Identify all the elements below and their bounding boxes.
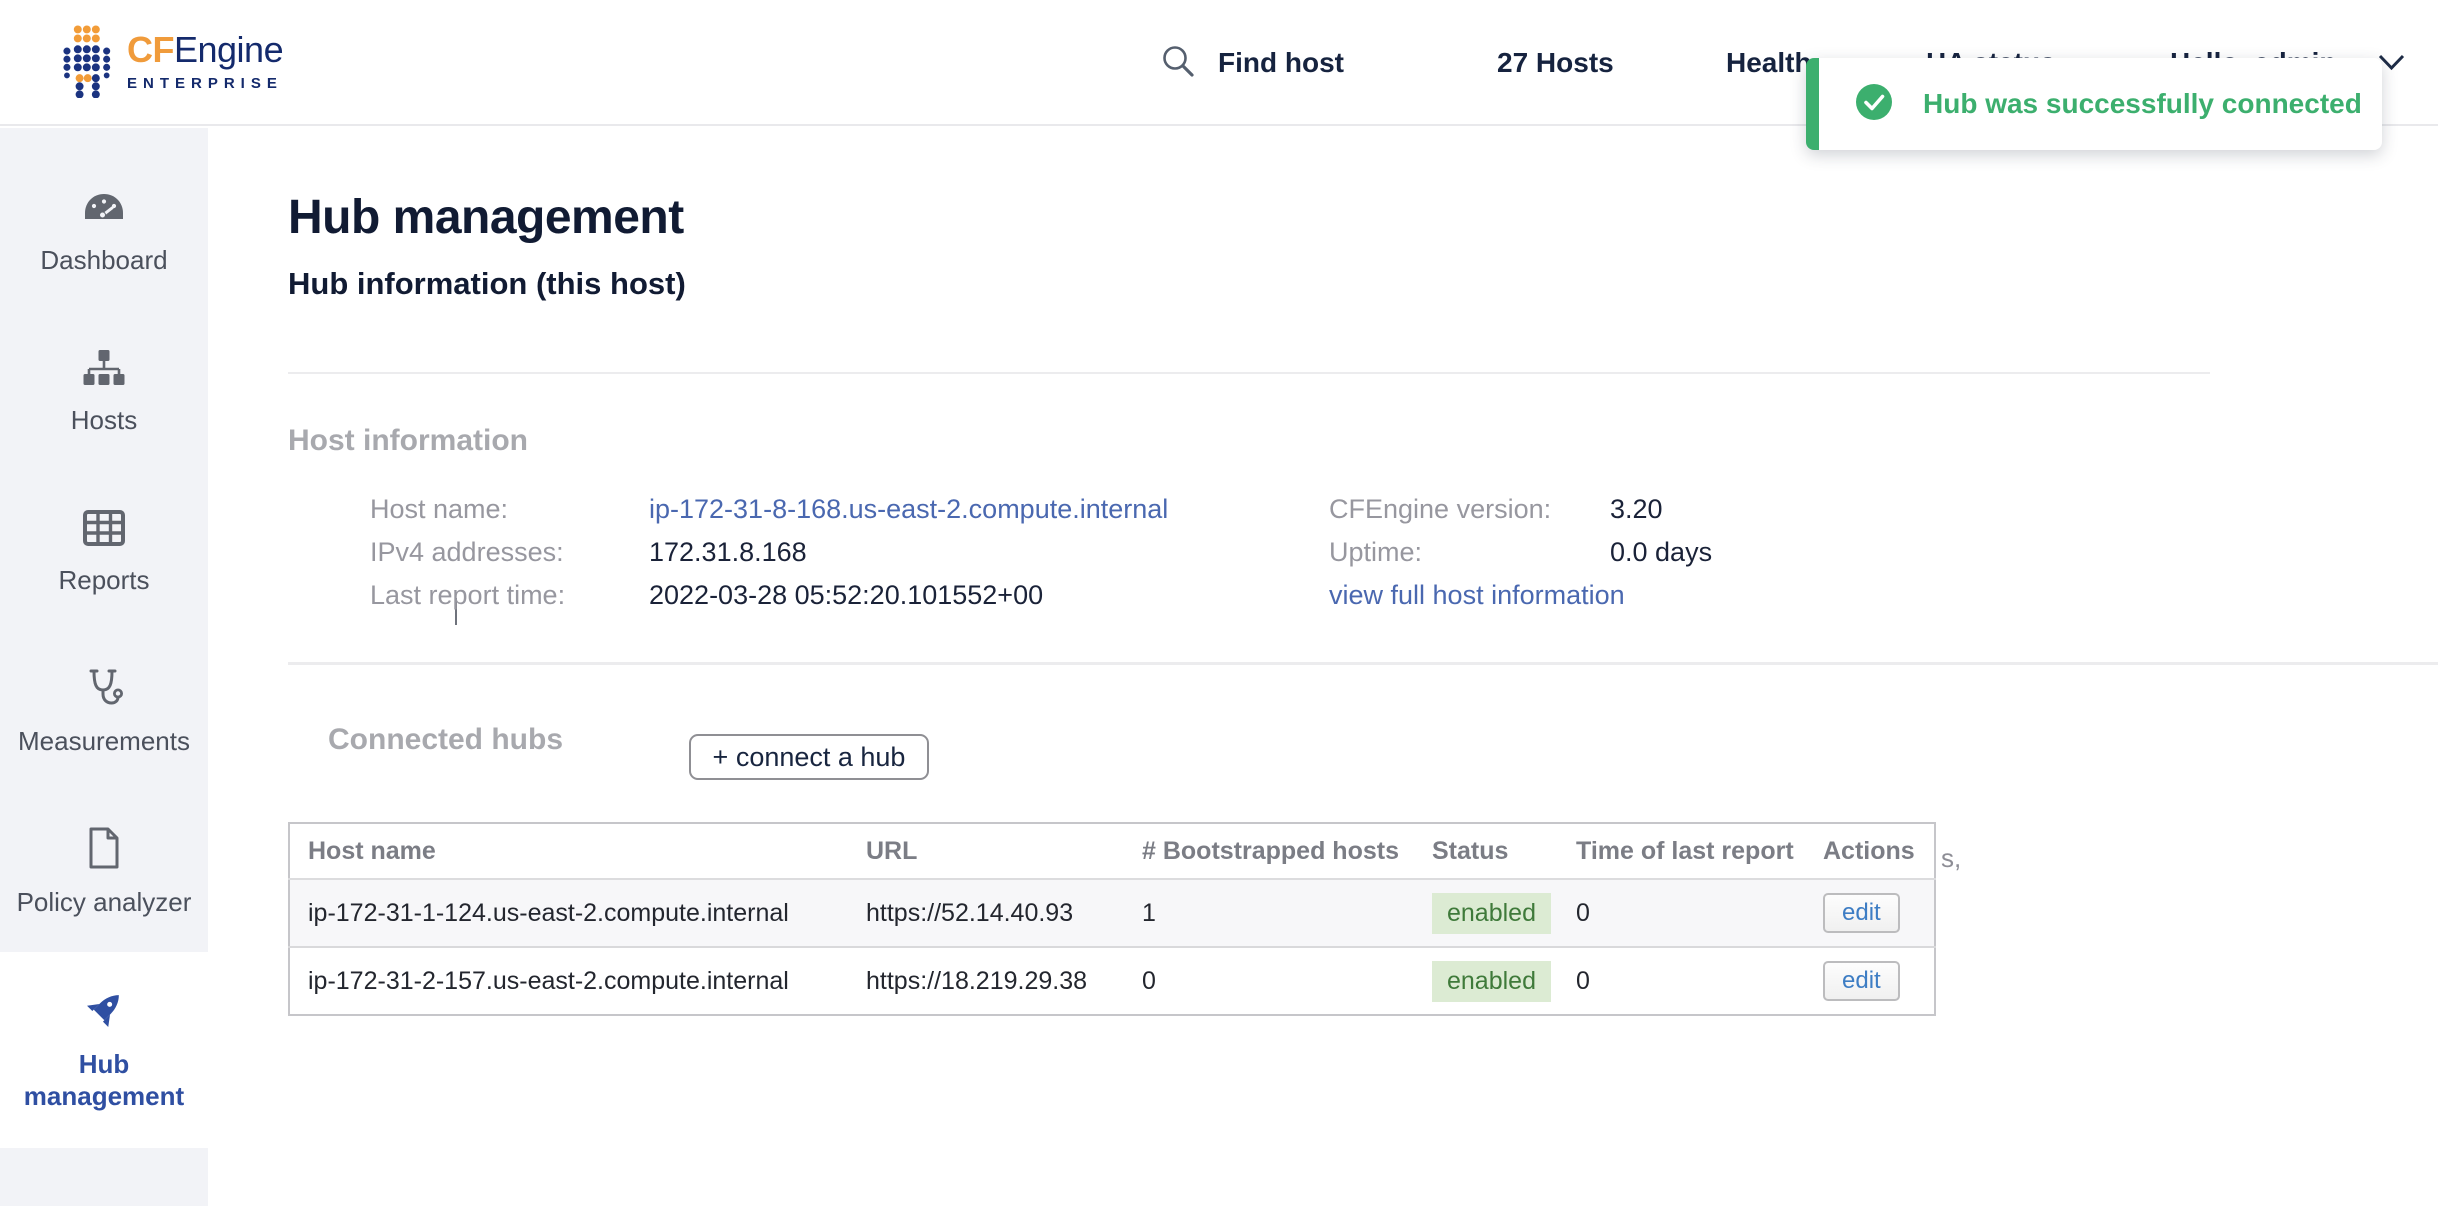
- gauge-icon: [82, 188, 126, 233]
- sidebar-item-dashboard[interactable]: Dashboard: [0, 152, 208, 312]
- sidebar-label: Measurements: [18, 726, 190, 758]
- full-host-info-row: view full host information: [1329, 574, 1712, 617]
- sidebar-label: Policy analyzer: [17, 887, 192, 919]
- field-label: Uptime:: [1329, 537, 1610, 568]
- sidebar-label: Reports: [58, 565, 149, 597]
- field-label: Last report time:: [370, 580, 649, 611]
- column-header-last-report: Time of last report: [1576, 823, 1823, 879]
- last-report-row: Last report time: 2022-03-28 05:52:20.10…: [370, 574, 1168, 617]
- sidebar-item-reports[interactable]: Reports: [0, 472, 208, 632]
- field-label: IPv4 addresses:: [370, 537, 649, 568]
- divider: [288, 662, 2438, 665]
- cell-url: https://52.14.40.93: [866, 879, 1142, 947]
- field-value: 172.31.8.168: [649, 537, 807, 568]
- sidebar-item-hub-management[interactable]: Hub management: [0, 952, 208, 1148]
- table-icon: [82, 508, 126, 553]
- cell-status: enabled: [1432, 947, 1576, 1015]
- cfengine-version-row: CFEngine version: 3.20: [1329, 488, 1712, 531]
- connected-hubs-table: Host name URL # Bootstrapped hosts Statu…: [288, 822, 1936, 1016]
- ipv4-row: IPv4 addresses: 172.31.8.168: [370, 531, 1168, 574]
- success-toast: Hub was successfully connected: [1806, 58, 2382, 150]
- toast-message: Hub was successfully connected: [1923, 88, 2362, 120]
- edit-button[interactable]: edit: [1823, 893, 1900, 933]
- cfengine-robot-icon: [55, 24, 115, 103]
- cfengine-logo[interactable]: CFEngine ENTERPRISE: [55, 24, 283, 103]
- page-subtitle: Hub information (this host): [288, 266, 686, 302]
- stray-text-artifact: s,: [1941, 843, 1961, 874]
- view-full-host-information-link[interactable]: view full host information: [1329, 580, 1625, 611]
- host-information-heading: Host information: [288, 424, 528, 458]
- host-info-left-column: Host name: ip-172-31-8-168.us-east-2.com…: [370, 488, 1168, 617]
- table-header-row: Host name URL # Bootstrapped hosts Statu…: [289, 823, 1935, 879]
- cell-url: https://18.219.29.38: [866, 947, 1142, 1015]
- sidebar-label: Dashboard: [40, 245, 167, 277]
- sidebar-item-measurements[interactable]: Measurements: [0, 632, 208, 792]
- column-header-bootstrapped: # Bootstrapped hosts: [1142, 823, 1432, 879]
- cell-host-name: ip-172-31-2-157.us-east-2.compute.intern…: [289, 947, 866, 1015]
- column-header-status: Status: [1432, 823, 1576, 879]
- file-icon: [84, 826, 124, 875]
- sitemap-icon: [82, 348, 126, 393]
- sidebar-label: Hosts: [71, 405, 137, 437]
- host-info-right-column: CFEngine version: 3.20 Uptime: 0.0 days …: [1329, 488, 1712, 617]
- column-header-host-name: Host name: [289, 823, 866, 879]
- cell-last-report: 0: [1576, 879, 1823, 947]
- cell-actions: edit: [1823, 879, 1935, 947]
- rocket-icon: [81, 988, 127, 1037]
- check-circle-icon: [1855, 83, 1893, 126]
- sidebar-item-hosts[interactable]: Hosts: [0, 312, 208, 472]
- sidebar-label: Hub management: [15, 1049, 193, 1112]
- cell-last-report: 0: [1576, 947, 1823, 1015]
- field-label: CFEngine version:: [1329, 494, 1610, 525]
- cell-status: enabled: [1432, 879, 1576, 947]
- stethoscope-icon: [82, 667, 126, 714]
- cell-bootstrapped: 0: [1142, 947, 1432, 1015]
- field-value: 3.20: [1610, 494, 1663, 525]
- cell-host-name: ip-172-31-1-124.us-east-2.compute.intern…: [289, 879, 866, 947]
- table-row: ip-172-31-1-124.us-east-2.compute.intern…: [289, 879, 1935, 947]
- connected-hubs-heading: Connected hubs: [328, 723, 563, 757]
- connect-a-hub-button[interactable]: + connect a hub: [689, 734, 929, 780]
- search-input[interactable]: [1218, 47, 1498, 79]
- sidebar-item-policy-analyzer[interactable]: Policy analyzer: [0, 792, 208, 952]
- sidebar-nav: Dashboard Hosts: [0, 128, 208, 1206]
- logo-wordmark: CFEngine: [127, 32, 283, 68]
- chevron-down-icon[interactable]: [2378, 54, 2405, 77]
- table-row: ip-172-31-2-157.us-east-2.compute.intern…: [289, 947, 1935, 1015]
- cell-actions: edit: [1823, 947, 1935, 1015]
- column-header-actions: Actions: [1823, 823, 1935, 879]
- hosts-count[interactable]: 27 Hosts: [1497, 0, 1614, 126]
- main-content: Hub management Hub information (this hos…: [208, 128, 2438, 1206]
- cfengine-logo-text: CFEngine ENTERPRISE: [127, 32, 283, 92]
- status-badge: enabled: [1432, 893, 1551, 934]
- page-title: Hub management: [288, 190, 684, 245]
- search-icon: [1160, 43, 1196, 84]
- uptime-row: Uptime: 0.0 days: [1329, 531, 1712, 574]
- status-badge: enabled: [1432, 961, 1551, 1002]
- logo-enterprise-label: ENTERPRISE: [127, 75, 283, 92]
- health-menu[interactable]: Health: [1726, 0, 1812, 126]
- edit-button[interactable]: edit: [1823, 961, 1900, 1001]
- cell-bootstrapped: 1: [1142, 879, 1432, 947]
- app-window: CFEngine ENTERPRISE 27 Hosts Health HA s…: [0, 0, 2438, 1206]
- find-host-search[interactable]: [1160, 0, 1498, 126]
- column-header-url: URL: [866, 823, 1142, 879]
- host-name-link[interactable]: ip-172-31-8-168.us-east-2.compute.intern…: [649, 494, 1168, 525]
- divider: [288, 372, 2210, 374]
- field-value: 0.0 days: [1610, 537, 1712, 568]
- field-label: Host name:: [370, 494, 649, 525]
- host-name-row: Host name: ip-172-31-8-168.us-east-2.com…: [370, 488, 1168, 531]
- field-value: 2022-03-28 05:52:20.101552+00: [649, 580, 1043, 611]
